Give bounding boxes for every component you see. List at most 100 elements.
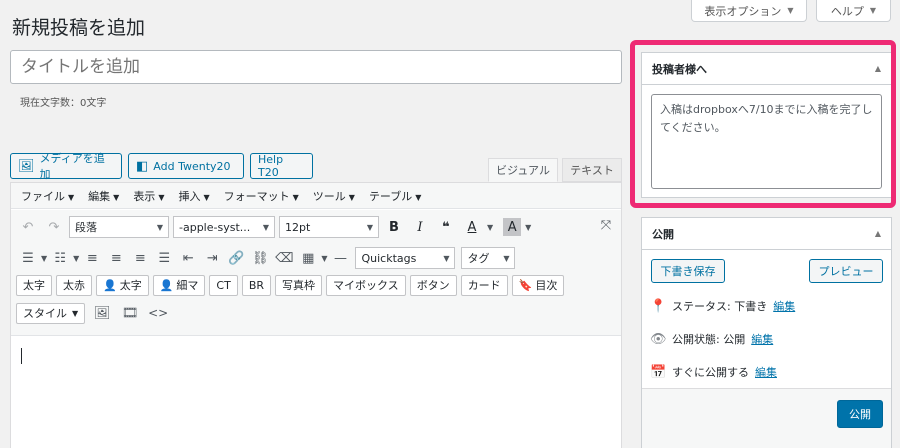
paragraph-label: 段落 <box>75 221 97 234</box>
help-button[interactable]: ヘルプ ▼ <box>816 0 891 22</box>
edit-visibility-link[interactable]: 編集 <box>751 331 773 347</box>
background-color-icon[interactable]: A <box>503 218 522 236</box>
quick-button-button[interactable]: ボタン <box>409 274 457 296</box>
font-size-select[interactable]: 12pt ▼ <box>279 216 379 238</box>
quicktags-select[interactable]: Quicktags ▼ <box>355 247 456 269</box>
text-cursor <box>21 348 22 364</box>
quick-photo-frame-button[interactable]: 写真枠 <box>275 274 323 296</box>
menu-edit[interactable]: 編集 ▼ <box>88 188 119 204</box>
redo-icon[interactable]: ↷ <box>43 216 65 238</box>
collapse-arrow-icon[interactable]: ▲ <box>875 229 881 238</box>
eraser-icon[interactable]: ⌫ <box>273 247 295 269</box>
publish-postbox-header[interactable]: 公開 ▲ <box>642 218 891 250</box>
quick-card-button[interactable]: カード <box>460 274 508 296</box>
style-select[interactable]: スタイル ▼ <box>16 302 86 324</box>
blockquote-icon[interactable]: ❝ <box>435 216 457 238</box>
font-family-label: -apple-syst... <box>179 220 251 234</box>
undo-icon[interactable]: ↶ <box>17 216 39 238</box>
quick-user-thin-marker-button[interactable]: 👤 細マ <box>152 274 206 296</box>
user-icon: 👤 <box>159 278 174 292</box>
tab-visual-label: ビジュアル <box>496 164 550 177</box>
add-twenty20-button[interactable]: ◧ Add Twenty20 <box>128 153 244 179</box>
quick-bold-red-button[interactable]: 太赤 <box>56 274 92 296</box>
status-row: 📍 ステータス: 下書き 編集 <box>650 298 795 314</box>
align-justify-icon[interactable]: ☰ <box>153 247 175 269</box>
quicktags-label: Quicktags <box>361 251 417 265</box>
paragraph-select[interactable]: 段落 ▼ <box>69 216 169 238</box>
schedule-label: すぐに公開する <box>672 366 749 379</box>
unlink-icon[interactable]: ⛓ <box>249 247 271 269</box>
align-center-icon[interactable]: ≡ <box>105 247 127 269</box>
help-t20-label: Help T20 <box>258 153 284 179</box>
code-icon[interactable]: <> <box>147 302 169 324</box>
bold-icon[interactable]: B <box>383 216 405 238</box>
font-size-label: 12pt <box>285 220 311 234</box>
user-icon: 👤 <box>103 278 117 292</box>
bullet-list-icon[interactable]: ☰ <box>17 247 39 269</box>
menu-format[interactable]: フォーマット ▼ <box>224 188 299 204</box>
page-title: 新規投稿を追加 <box>12 17 146 39</box>
help-label: ヘルプ <box>830 4 864 18</box>
quick-toc-button[interactable]: 🔖 目次 <box>511 274 565 296</box>
edit-status-link[interactable]: 編集 <box>773 298 795 314</box>
menu-tools[interactable]: ツール ▼ <box>313 188 355 204</box>
save-draft-button[interactable]: 下書き保存 <box>651 259 725 283</box>
link-icon[interactable]: 🔗 <box>225 247 247 269</box>
menu-file[interactable]: ファイル ▼ <box>21 188 74 204</box>
bookmark-icon: 🔖 <box>518 278 533 292</box>
indent-icon[interactable]: ⇥ <box>201 247 223 269</box>
screen-options-button[interactable]: 表示オプション ▼ <box>691 0 807 22</box>
tag-label: タグ <box>467 252 490 265</box>
tag-select[interactable]: タグ ▼ <box>461 247 516 269</box>
add-twenty20-label: Add Twenty20 <box>153 159 231 173</box>
pin-icon: 📍 <box>650 298 667 314</box>
caret-down-icon[interactable]: ▼ <box>525 223 531 232</box>
align-right-icon[interactable]: ≡ <box>129 247 151 269</box>
editor-content-area[interactable] <box>11 335 621 448</box>
preview-label: プレビュー <box>818 265 874 278</box>
media-icon: 🖼 <box>18 158 35 174</box>
post-title-input[interactable] <box>10 50 622 84</box>
video-icon[interactable]: 🎞 <box>119 302 141 324</box>
publish-footer: 公開 <box>642 388 891 448</box>
align-left-icon[interactable]: ≡ <box>81 247 103 269</box>
caret-down-icon[interactable]: ▼ <box>321 254 327 263</box>
font-family-select[interactable]: -apple-syst... ▼ <box>173 216 275 238</box>
numbered-list-icon[interactable]: ☷ <box>49 247 71 269</box>
publish-label: 公開 <box>849 408 871 421</box>
text-color-icon[interactable]: A <box>461 216 483 238</box>
editor-toolbar: ↶ ↷ 段落 ▼ -apple-syst... ▼ 12pt ▼ B I ❝ A ▼ … <box>11 210 621 335</box>
caret-down-icon: ▼ <box>869 6 877 15</box>
screen-options-label: 表示オプション <box>704 4 782 18</box>
fullscreen-icon[interactable]: ⤧ <box>595 214 617 236</box>
image-icon[interactable]: 🖼 <box>91 302 113 324</box>
eye-icon: 👁 <box>650 331 667 347</box>
editor-menubar: ファイル ▼ 編集 ▼ 表示 ▼ 挿入 ▼ フォーマット ▼ ツール ▼ テーブル ▼ <box>11 183 621 209</box>
table-icon[interactable]: ▦ <box>297 247 319 269</box>
quick-ct-button[interactable]: CT <box>209 274 238 296</box>
publish-button[interactable]: 公開 <box>837 400 883 428</box>
help-t20-button[interactable]: Help T20 <box>250 153 313 179</box>
quick-bold-button[interactable]: 太字 <box>16 274 52 296</box>
menu-insert[interactable]: 挿入 ▼ <box>178 188 209 204</box>
caret-down-icon[interactable]: ▼ <box>73 254 79 263</box>
preview-button[interactable]: プレビュー <box>809 259 883 283</box>
add-media-label: メディアを追加 <box>39 152 105 181</box>
quick-user-bold-button[interactable]: 👤 太字 <box>96 274 149 296</box>
add-media-button[interactable]: 🖼 メディアを追加 <box>10 152 122 181</box>
horizontal-line-icon[interactable]: — <box>329 247 351 269</box>
caret-down-icon[interactable]: ▼ <box>41 254 47 263</box>
editor: ファイル ▼ 編集 ▼ 表示 ▼ 挿入 ▼ フォーマット ▼ ツール ▼ テーブル ▼ ↶ ↷… <box>10 182 622 448</box>
quick-br-button[interactable]: BR <box>241 274 272 296</box>
tab-visual[interactable]: ビジュアル <box>488 158 558 182</box>
italic-icon[interactable]: I <box>409 216 431 238</box>
menu-view[interactable]: 表示 ▼ <box>133 188 164 204</box>
style-label: スタイル <box>23 307 67 320</box>
quick-mybox-button[interactable]: マイボックス <box>326 274 406 296</box>
outdent-icon[interactable]: ⇤ <box>177 247 199 269</box>
tab-text[interactable]: テキスト <box>562 158 622 182</box>
edit-schedule-link[interactable]: 編集 <box>755 364 777 380</box>
menu-table[interactable]: テーブル ▼ <box>369 188 422 204</box>
caret-down-icon[interactable]: ▼ <box>487 223 493 232</box>
tab-text-label: テキスト <box>570 164 614 177</box>
